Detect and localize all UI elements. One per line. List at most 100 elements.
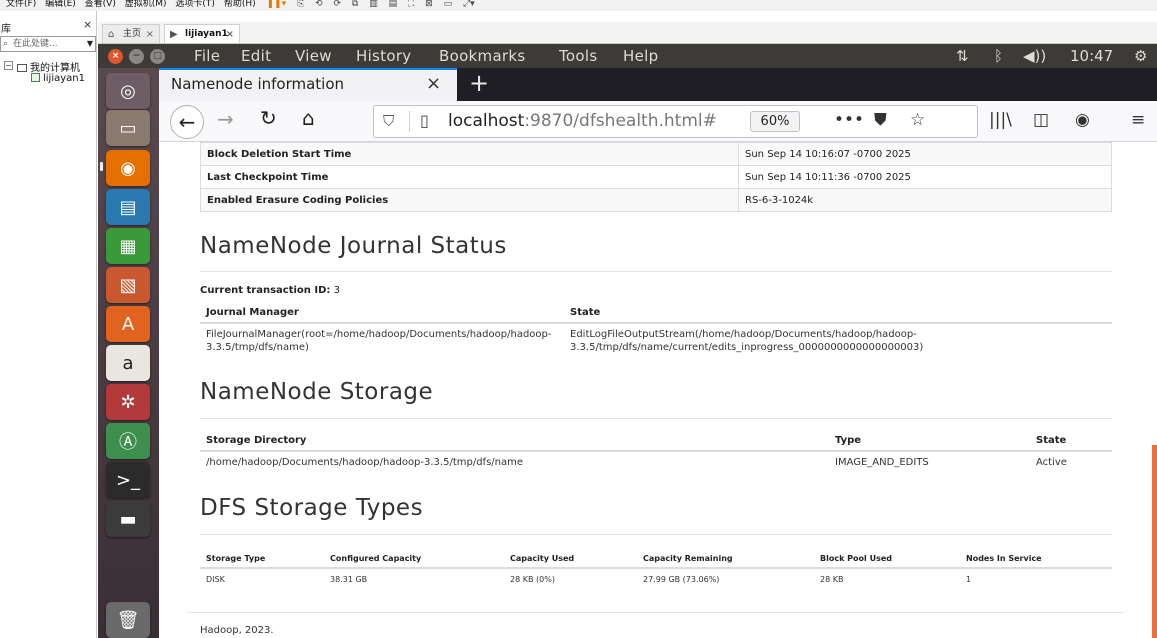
host-menu-view[interactable]: 查看(V) bbox=[85, 0, 116, 9]
column-header: Capacity Remaining bbox=[637, 550, 814, 569]
software-center-icon[interactable]: A bbox=[106, 306, 150, 342]
reload-button[interactable]: ↻ bbox=[260, 106, 277, 130]
tree-collapse-toggle[interactable]: − bbox=[4, 61, 13, 70]
page-actions-icon[interactable]: ••• bbox=[834, 110, 864, 130]
writer-icon[interactable]: ▤ bbox=[106, 189, 150, 225]
window-close-button[interactable]: × bbox=[108, 49, 123, 64]
menu-tools[interactable]: Tools bbox=[559, 47, 597, 65]
hamburger-menu-icon[interactable]: ≡ bbox=[1131, 110, 1145, 130]
table-row: Enabled Erasure Coding Policies RS-6-3-1… bbox=[200, 188, 1112, 212]
table-row: Last Checkpoint Time Sun Sep 14 10:11:36… bbox=[200, 165, 1112, 189]
forward-button[interactable]: → bbox=[217, 107, 234, 131]
library-panel: 库 × ⌕ 在此处键... ▼ − 我的计算机 lijiayan1 bbox=[0, 11, 97, 638]
configured-capacity-cell: 38.31 GB bbox=[330, 575, 368, 584]
host-menu-help[interactable]: 帮助(H) bbox=[224, 0, 256, 9]
library-title: 库 bbox=[1, 24, 11, 35]
clock[interactable]: 10:47 bbox=[1070, 47, 1113, 65]
window-minimize-button[interactable]: − bbox=[129, 49, 144, 64]
txid-label: Current transaction ID: bbox=[200, 285, 331, 296]
journal-table: Journal Manager State FileJournalManager… bbox=[200, 303, 1112, 358]
table-header-row: Journal Manager State bbox=[200, 303, 1112, 324]
impress-icon[interactable]: ▧ bbox=[106, 267, 150, 303]
transaction-id: Current transaction ID: 3 bbox=[200, 285, 340, 296]
menu-view[interactable]: View bbox=[295, 47, 332, 65]
table-row: Block Deletion Start Time Sun Sep 14 10:… bbox=[200, 142, 1112, 166]
tab-namenode-information[interactable]: Namenode information × bbox=[159, 68, 457, 101]
running-indicator bbox=[100, 165, 103, 171]
library-icon[interactable]: |||\ bbox=[989, 110, 1012, 130]
library-search-input[interactable]: ⌕ 在此处键... ▼ bbox=[0, 36, 96, 52]
back-button[interactable]: ← bbox=[170, 105, 204, 139]
account-icon[interactable]: ◉ bbox=[1075, 110, 1090, 130]
library-close-icon[interactable]: × bbox=[83, 18, 92, 31]
settings-gear-icon[interactable]: ⚙ bbox=[1134, 47, 1147, 65]
stretch-icon[interactable]: ⤢▾ bbox=[463, 0, 475, 9]
search-icon: ⌕ bbox=[3, 39, 9, 49]
table-header-row: Storage Directory Type State bbox=[200, 431, 1112, 452]
files-icon[interactable]: ▭ bbox=[106, 110, 150, 146]
view-library-icon[interactable]: ▥ bbox=[369, 0, 378, 9]
dash-icon[interactable]: ◎ bbox=[106, 73, 150, 109]
pocket-icon[interactable]: ⛊ bbox=[874, 110, 887, 130]
pause-icon[interactable]: ❚❚▾ bbox=[266, 0, 286, 9]
tab-home[interactable]: ⌂ 主页 × bbox=[102, 24, 160, 43]
summary-value: Sun Sep 14 10:16:07 -0700 2025 bbox=[738, 142, 1112, 166]
host-menu-tabs[interactable]: 选项卡(T) bbox=[175, 0, 215, 9]
sidebar-icon[interactable]: ◫ bbox=[1033, 110, 1049, 130]
capacity-used-cell: 28 KB (0%) bbox=[510, 575, 555, 584]
close-icon[interactable]: × bbox=[146, 25, 154, 44]
snapshot-icon[interactable]: ⟲ bbox=[315, 0, 323, 9]
window-maximize-button[interactable]: □ bbox=[150, 49, 165, 64]
zoom-level-button[interactable]: 60% bbox=[750, 111, 800, 132]
footer-divider bbox=[187, 612, 1124, 613]
system-settings-icon[interactable]: ✲ bbox=[106, 384, 150, 420]
trash-icon[interactable]: 🗑 bbox=[106, 602, 150, 638]
network-icon[interactable]: ⇅ bbox=[956, 47, 969, 65]
scrollbar[interactable] bbox=[1152, 445, 1157, 638]
unity-icon[interactable]: ⊠ bbox=[425, 0, 433, 9]
snapshot-restore-icon[interactable]: ⟳ bbox=[333, 0, 341, 9]
tab-vm[interactable]: ▶ lijiayan1 × bbox=[164, 24, 240, 43]
tree-item-vm[interactable]: lijiayan1 bbox=[31, 73, 85, 84]
volume-icon[interactable]: ◀)) bbox=[1023, 47, 1046, 65]
snapshot-manager-icon[interactable]: ⧉ bbox=[352, 0, 358, 9]
close-icon[interactable]: × bbox=[226, 25, 234, 44]
bluetooth-icon[interactable]: ᛒ bbox=[994, 47, 1003, 65]
send-keys-icon[interactable]: ⎘ bbox=[297, 0, 304, 9]
url-text[interactable]: localhost:9870/dfshealth.html# bbox=[448, 111, 717, 131]
close-icon[interactable]: × bbox=[426, 73, 441, 94]
summary-key: Last Checkpoint Time bbox=[200, 165, 739, 189]
console-icon[interactable]: ▭ bbox=[444, 0, 453, 9]
menu-help[interactable]: Help bbox=[623, 47, 658, 65]
column-header: Type bbox=[829, 431, 1030, 452]
bookmark-star-icon[interactable]: ☆ bbox=[910, 110, 925, 130]
disk-icon[interactable]: ▬ bbox=[106, 501, 150, 537]
fullscreen-icon[interactable]: ⛶ bbox=[408, 0, 414, 9]
host-menu-vm[interactable]: 虚拟机(M) bbox=[125, 0, 167, 9]
view-thumbnail-icon[interactable]: ▤ bbox=[389, 0, 398, 9]
storage-type-cell: DISK bbox=[206, 575, 225, 584]
menu-edit[interactable]: Edit bbox=[241, 47, 271, 65]
host-menu-file[interactable]: 文件(F) bbox=[6, 0, 36, 9]
url-bar[interactable]: ⛉ ▯ localhost:9870/dfshealth.html# 60% •… bbox=[373, 105, 978, 138]
txid-value: 3 bbox=[333, 285, 340, 296]
menu-history[interactable]: History bbox=[356, 47, 411, 65]
url-separator bbox=[409, 111, 410, 132]
amazon-icon[interactable]: a bbox=[106, 345, 150, 381]
chevron-down-icon[interactable]: ▼ bbox=[87, 37, 93, 51]
host-menu-edit[interactable]: 编辑(E) bbox=[45, 0, 76, 9]
new-tab-button[interactable]: + bbox=[469, 69, 489, 97]
summary-key: Block Deletion Start Time bbox=[200, 142, 739, 166]
menu-bookmarks[interactable]: Bookmarks bbox=[439, 47, 526, 65]
terminal-icon[interactable]: >_ bbox=[106, 462, 150, 498]
shield-icon[interactable]: ⛉ bbox=[383, 112, 394, 130]
page-info-icon[interactable]: ▯ bbox=[420, 111, 429, 130]
update-manager-icon[interactable]: Ⓐ bbox=[106, 423, 150, 459]
firefox-icon[interactable]: ◉ bbox=[106, 150, 150, 186]
home-button[interactable]: ⌂ bbox=[302, 106, 315, 130]
menu-file[interactable]: File bbox=[194, 47, 220, 65]
tree-item-my-computer[interactable]: 我的计算机 bbox=[17, 59, 80, 74]
storage-state-cell: Active bbox=[1036, 457, 1067, 468]
calc-icon[interactable]: ▦ bbox=[106, 228, 150, 264]
tab-label: 主页 bbox=[123, 29, 142, 39]
